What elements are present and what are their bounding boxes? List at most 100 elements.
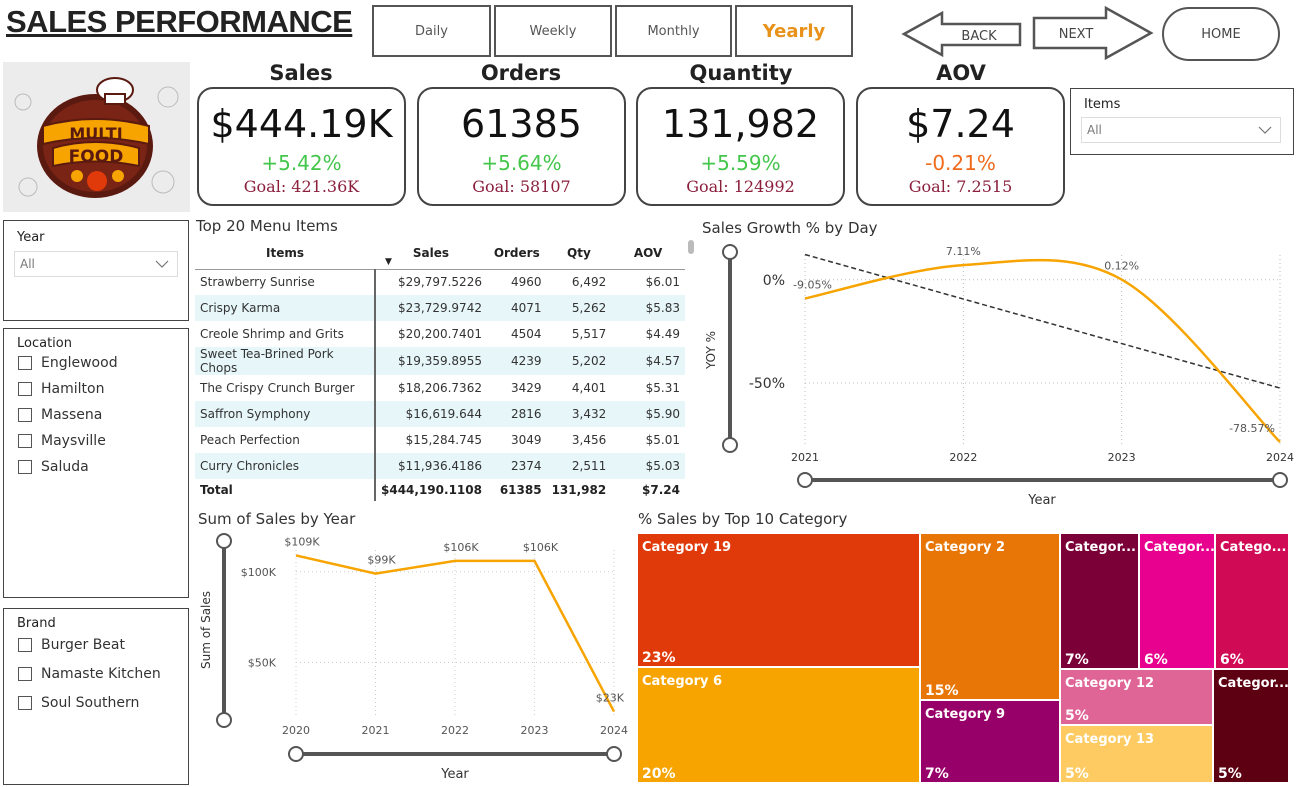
treemap-label: Category 6 <box>642 674 723 689</box>
table-cell: 4,401 <box>571 381 607 395</box>
location-option[interactable]: Massena <box>4 407 188 423</box>
checkbox[interactable] <box>18 667 32 681</box>
weekly-button[interactable]: Weekly <box>494 5 612 57</box>
treemap-cell[interactable]: Category 2 15% <box>920 533 1060 700</box>
treemap-label: Categor... <box>1218 676 1289 691</box>
treemap-cell[interactable]: Category 13 5% <box>1060 725 1213 783</box>
col-header-orders[interactable]: Orders <box>487 237 547 269</box>
checkbox[interactable] <box>18 408 32 422</box>
year-dropdown-value: All <box>20 257 35 271</box>
logo-line2: FOOD <box>69 147 124 167</box>
total-cell: Total <box>195 479 376 501</box>
table-cell: 3,432 <box>546 401 612 427</box>
option-label: Englewood <box>41 355 118 371</box>
brand-option[interactable]: Soul Southern <box>4 695 188 711</box>
checkbox[interactable] <box>18 696 32 710</box>
kpi-delta: -0.21% <box>925 151 996 175</box>
table-total-row: Total $444,190.1108 61385 131,982 $7.24 <box>195 479 685 501</box>
x-axis-title: Year <box>440 767 469 782</box>
sort-desc-icon[interactable]: ▼ <box>385 257 392 267</box>
brand-option[interactable]: Namaste Kitchen <box>4 666 188 682</box>
kpi-orders-title: Orders <box>480 61 562 85</box>
location-option[interactable]: Englewood <box>4 355 188 371</box>
kpi-sales-title: Sales <box>269 61 333 85</box>
table-cell: Saffron Symphony <box>195 401 376 427</box>
next-button[interactable]: NEXT <box>1031 6 1157 60</box>
kpi-aov-title: AOV <box>936 61 986 85</box>
monthly-button[interactable]: Monthly <box>615 5 732 57</box>
x-range-slider-handle <box>1272 472 1288 488</box>
table-row[interactable]: Saffron Symphony $16,619.644 2816 3,432 $5.9… <box>195 401 685 427</box>
chevron-down-icon <box>1258 126 1272 134</box>
col-header-aov[interactable]: AOV <box>611 237 685 269</box>
option-label: Soul Southern <box>41 695 140 711</box>
col-header-qty[interactable]: Qty <box>547 237 612 269</box>
brand-option[interactable]: Burger Beat <box>4 637 188 653</box>
table-cell: 2,511 <box>546 453 612 479</box>
x-tick-label: 2020 <box>282 724 310 737</box>
series-line <box>804 258 1281 443</box>
treemap-pct: 6% <box>1144 652 1168 668</box>
x-tick-label: 2024 <box>600 724 628 737</box>
y-range-slider-handle <box>722 437 738 453</box>
table-cell: $18,206.7362 <box>397 381 482 395</box>
kpi-quantity-title: Quantity <box>689 61 793 85</box>
x-tick-label: 2023 <box>1108 451 1136 464</box>
daily-button[interactable]: Daily <box>372 5 491 57</box>
back-button[interactable]: BACK <box>900 10 1024 60</box>
table-cell: $15,284.745 <box>405 433 482 447</box>
table-row[interactable]: Creole Shrimp and Grits $20,200.7401 4504 5… <box>195 321 685 347</box>
table-row[interactable]: Strawberry Sunrise $29,797.5226 4960 6,492 $… <box>195 269 685 295</box>
table-scrollbar[interactable] <box>688 240 694 254</box>
table-cell: 5,517 <box>571 327 607 341</box>
yearly-button[interactable]: Yearly <box>735 5 853 57</box>
data-label: 7.11% <box>946 245 981 258</box>
data-label: -78.57% <box>1229 422 1275 435</box>
x-range-slider-handle <box>606 746 622 762</box>
table-cell: Curry Chronicles <box>195 453 376 479</box>
table-row[interactable]: The Crispy Crunch Burger $18,206.7362 3429… <box>195 375 685 401</box>
treemap-cell[interactable]: Category 9 7% <box>920 700 1060 783</box>
brand-logo: MULTI FOOD <box>3 62 190 212</box>
checkbox[interactable] <box>18 460 32 474</box>
option-label: Massena <box>41 407 103 423</box>
treemap-cell[interactable]: Categor... 6% <box>1139 533 1215 669</box>
treemap-pct: 5% <box>1065 708 1089 724</box>
y-tick-label: 0% <box>763 273 785 289</box>
table-cell: $4.49 <box>645 327 680 341</box>
year-dropdown[interactable]: All <box>14 251 178 277</box>
treemap-cell[interactable]: Category 6 20% <box>637 667 920 783</box>
table-cell: $5.90 <box>611 401 685 427</box>
table-cell: The Crispy Crunch Burger <box>195 375 376 401</box>
treemap-cell[interactable]: Catego... 6% <box>1215 533 1289 669</box>
location-option[interactable]: Maysville <box>4 433 188 449</box>
location-slicer-label: Location <box>17 336 72 351</box>
treemap-cell[interactable]: Categor... 7% <box>1060 533 1139 669</box>
menu-items-table: Items ▼ Sales Orders Qty AOV Strawberry S… <box>195 237 685 501</box>
location-option[interactable]: Saluda <box>4 459 188 475</box>
table-row[interactable]: Peach Perfection $15,284.745 3049 3,456 $5.0… <box>195 427 685 453</box>
table-cell: $16,619.644 <box>375 401 487 427</box>
checkbox[interactable] <box>18 356 32 370</box>
table-row[interactable]: Curry Chronicles $11,936.4186 2374 2,511 $5.… <box>195 453 685 479</box>
checkbox[interactable] <box>18 434 32 448</box>
y-tick-label: $100K <box>241 566 277 579</box>
treemap-label: Categor... <box>1144 540 1215 555</box>
table-row[interactable]: Sweet Tea-Brined Pork Chops $19,359.8955 4… <box>195 347 685 375</box>
items-dropdown[interactable]: All <box>1081 117 1281 143</box>
brand-slicer: Brand Burger Beat Namaste Kitchen Soul S… <box>3 608 189 785</box>
y-range-slider-handle <box>722 244 738 260</box>
checkbox[interactable] <box>18 382 32 396</box>
col-header-items[interactable]: Items ▼ <box>195 237 392 269</box>
location-option[interactable]: Hamilton <box>4 381 188 397</box>
table-row[interactable]: Crispy Karma $23,729.9742 4071 5,262 $5.83 <box>195 295 685 321</box>
chart-title: Sales Growth % by Day <box>702 219 878 237</box>
home-button[interactable]: HOME <box>1162 7 1280 61</box>
treemap-cell[interactable]: Category 19 23% <box>637 533 920 667</box>
kpi-delta: +5.59% <box>700 151 781 175</box>
treemap-cell[interactable]: Categor... 5% <box>1213 669 1289 783</box>
checkbox[interactable] <box>18 638 32 652</box>
treemap-cell[interactable]: Category 12 5% <box>1060 669 1213 725</box>
table-cell: 3429 <box>511 381 542 395</box>
treemap-label: Category 12 <box>1065 676 1155 691</box>
